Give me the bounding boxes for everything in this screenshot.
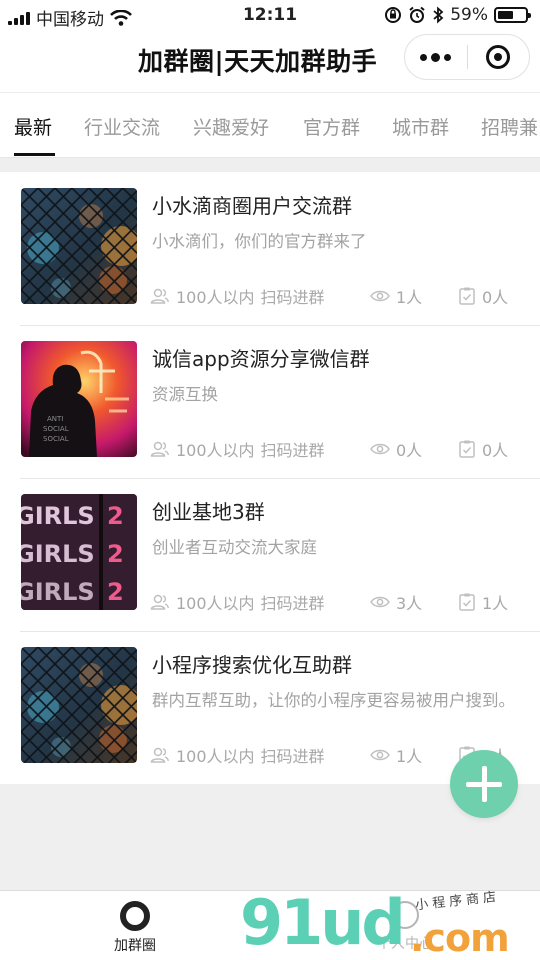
list-item[interactable]: ANTI SOCIAL SOCIAL 诚信app资源分享微信群 资源互换 100… [0,325,540,478]
group-title: 创业基地3群 [152,500,265,524]
clipboard-check-icon [459,440,475,458]
members-icon [150,288,169,304]
page-title: 加群圈|天天加群助手 [138,47,378,76]
svg-text:ANTI: ANTI [47,415,63,423]
group-title: 小程序搜索优化互助群 [152,653,352,677]
view-count: 1人 [396,288,423,307]
group-thumbnail [21,188,137,304]
group-size: 100人以内 [176,747,255,766]
joined-count: 0人 [482,441,509,460]
group-list: 小水滴商圈用户交流群 小水滴们，你们的官方群来了 100人以内 扫码进群 1人 … [0,172,540,784]
members-icon [150,594,169,610]
svg-text:2: 2 [107,502,124,530]
group-size: 100人以内 [176,594,255,613]
group-title: 诚信app资源分享微信群 [152,347,370,371]
svg-text:GIRLS: GIRLS [21,540,95,568]
list-item[interactable]: 小水滴商圈用户交流群 小水滴们，你们的官方群来了 100人以内 扫码进群 1人 … [0,172,540,325]
tab-city[interactable]: 城市群 [392,113,449,140]
alarm-icon [409,6,425,23]
rotation-lock-icon [385,7,402,23]
join-method: 扫码进群 [260,747,325,766]
group-description: 资源互换 [152,385,218,404]
category-tabs: 最新 行业交流 兴趣爱好 官方群 城市群 招聘兼 [0,92,540,158]
active-tab-indicator [14,153,55,156]
joined-count: 0人 [482,288,509,307]
group-size: 100人以内 [176,288,255,307]
tab-industry[interactable]: 行业交流 [84,113,160,140]
svg-text:SOCIAL: SOCIAL [43,435,69,443]
clipboard-check-icon [459,593,475,611]
group-description: 创业者互动交流大家庭 [152,538,317,557]
svg-text:2: 2 [107,540,124,568]
svg-text:GIRLS: GIRLS [21,502,95,530]
group-title: 小水滴商圈用户交流群 [152,194,352,218]
joined-count: 1人 [482,594,509,613]
members-icon [150,747,169,763]
add-group-button[interactable] [450,750,518,818]
eye-icon [370,596,390,608]
svg-text:GIRLS: GIRLS [21,578,95,606]
join-method: 扫码进群 [260,594,325,613]
clipboard-check-icon [459,287,475,305]
view-count: 1人 [396,747,423,766]
title-bar: 加群圈|天天加群助手 [0,30,540,92]
nav-item-home[interactable]: 加群圈 [75,901,195,955]
view-count: 3人 [396,594,423,613]
user-icon [391,901,419,929]
home-circle-icon [120,901,150,931]
svg-text:2: 2 [107,578,124,606]
close-circle-icon[interactable] [467,35,529,79]
bottom-nav: 加群圈 个人中心 [0,890,540,960]
group-description: 小水滴们，你们的官方群来了 [152,232,367,251]
group-meta: 100人以内 扫码进群 0人 0人 [150,437,530,460]
more-dots-icon[interactable] [405,35,467,79]
group-description: 群内互帮互助，让你的小程序更容易被用户搜到。 [152,691,515,710]
join-method: 扫码进群 [260,441,325,460]
tab-hobbies[interactable]: 兴趣爱好 [193,113,269,140]
battery-percent: 59% [450,5,488,25]
eye-icon [370,290,390,302]
nav-label: 个人中心 [377,936,433,952]
tab-recruit[interactable]: 招聘兼 [481,113,538,140]
eye-icon [370,443,390,455]
eye-icon [370,749,390,761]
tab-official[interactable]: 官方群 [303,113,360,140]
battery-icon [494,7,531,23]
group-thumbnail [21,647,137,763]
nav-label: 加群圈 [114,938,156,954]
view-count: 0人 [396,441,423,460]
status-bar: 中国移动 12:11 59% [0,0,540,30]
group-thumbnail: GIRLS GIRLS GIRLS 2 2 2 [21,494,137,610]
group-size: 100人以内 [176,441,255,460]
group-meta: 100人以内 扫码进群 3人 1人 [150,590,530,613]
menu-capsule [404,34,530,80]
list-item[interactable]: GIRLS GIRLS GIRLS 2 2 2 创业基地3群 创业者互动交流大家… [0,478,540,631]
tab-latest[interactable]: 最新 [14,113,52,140]
group-thumbnail: ANTI SOCIAL SOCIAL [21,341,137,457]
group-meta: 100人以内 扫码进群 1人 0人 [150,284,530,307]
members-icon [150,441,169,457]
bluetooth-icon [433,6,444,24]
nav-item-profile[interactable]: 个人中心 [345,901,465,953]
svg-text:SOCIAL: SOCIAL [43,425,69,433]
join-method: 扫码进群 [260,288,325,307]
